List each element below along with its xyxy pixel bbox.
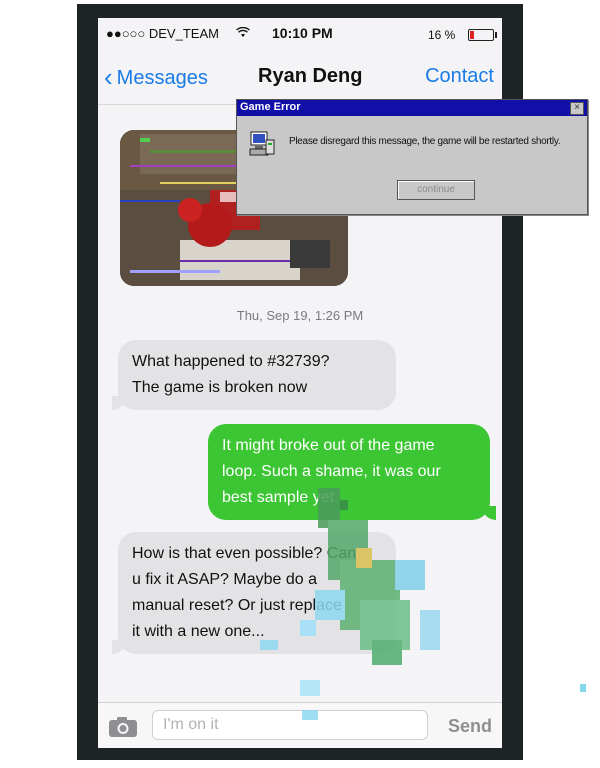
battery-percent: 16 % (428, 28, 456, 42)
contact-button[interactable]: Contact (425, 65, 494, 88)
status-bar: ●●○○○ DEV_TEAM 10:10 PM 16 % (98, 18, 502, 50)
dialog-titlebar: Game Error × (237, 100, 587, 116)
incoming-message: What happened to #32739? The game is bro… (112, 340, 396, 410)
outgoing-message: It might broke out of the game loop. Suc… (208, 424, 496, 520)
message-line: It might broke out of the game (222, 437, 435, 454)
chevron-left-icon: ‹ (104, 62, 113, 92)
status-time: 10:10 PM (272, 25, 333, 41)
message-line: it with a new one... (132, 623, 265, 640)
send-button[interactable]: Send (448, 716, 492, 737)
back-button-label: Messages (116, 67, 208, 89)
nav-bar: ‹ Messages Ryan Deng Contact (98, 50, 502, 105)
message-line: How is that even possible? Can (132, 545, 357, 562)
conversation-title: Ryan Deng (258, 65, 363, 87)
wifi-icon (236, 26, 250, 41)
message-line: u fix it ASAP? Maybe do a (132, 571, 317, 588)
computer-warning-icon (249, 130, 275, 158)
message-line: The game is broken now (132, 379, 308, 396)
dialog-title: Game Error (240, 101, 301, 113)
incoming-message: How is that even possible? Can u fix it … (112, 532, 396, 654)
bubble-tail (112, 640, 126, 654)
message-line: loop. Such a shame, it was our (222, 463, 441, 480)
carrier-label: ●●○○○ DEV_TEAM (106, 26, 219, 41)
message-line: manual reset? Or just replace (132, 597, 342, 614)
composer-bar: I'm on it Send (98, 702, 502, 748)
bubble-tail (112, 396, 126, 410)
continue-button[interactable]: continue (397, 180, 475, 200)
message-line: best sample yet. (222, 489, 339, 506)
camera-icon[interactable] (108, 716, 138, 738)
back-button[interactable]: ‹ Messages (104, 62, 208, 93)
message-line: What happened to #32739? (132, 353, 330, 370)
battery-level-fill (470, 31, 474, 39)
game-error-dialog: Game Error × Please disregard this messa… (236, 99, 588, 215)
message-input[interactable]: I'm on it (152, 710, 428, 740)
battery-icon (468, 29, 497, 41)
bubble-tail (482, 506, 496, 520)
thread-timestamp: Thu, Sep 19, 1:26 PM (236, 308, 364, 323)
close-icon[interactable]: × (570, 102, 584, 115)
dialog-message: Please disregard this message, the game … (289, 136, 561, 147)
